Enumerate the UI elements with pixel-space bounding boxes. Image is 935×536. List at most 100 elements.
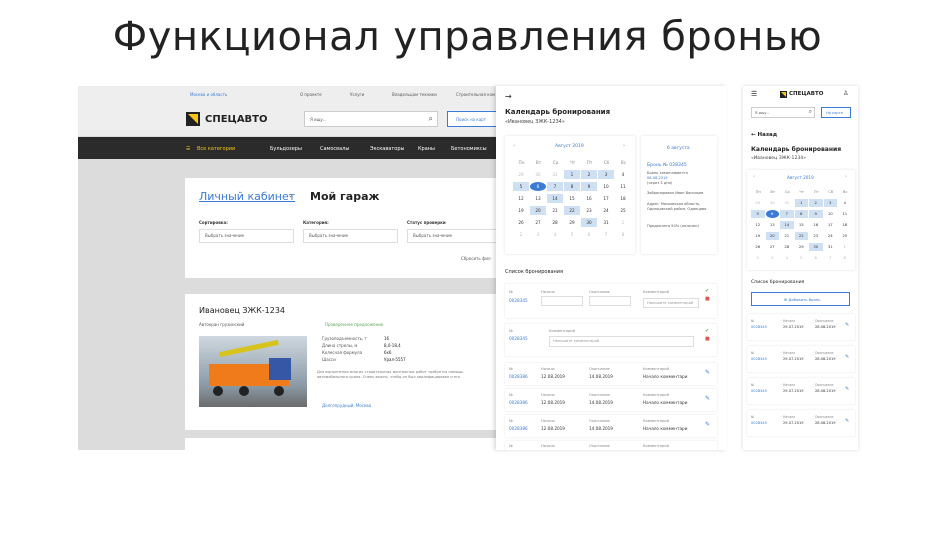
calendar-day[interactable]: 1 <box>838 243 852 251</box>
calendar-day[interactable]: 2 <box>751 254 765 262</box>
calendar-day[interactable]: 23 <box>809 232 823 240</box>
calendar-day[interactable]: 4 <box>547 230 563 239</box>
calendar-day[interactable]: 8 <box>838 254 852 262</box>
comment-input[interactable]: Напишите комментарий <box>549 336 694 347</box>
calendar-day[interactable]: 2 <box>513 230 529 239</box>
calendar-day[interactable]: 23 <box>581 206 597 215</box>
start-date-input[interactable] <box>541 296 583 306</box>
calendar-day[interactable]: 31 <box>824 243 838 251</box>
calendar-day[interactable]: 13 <box>530 194 546 203</box>
calendar-day[interactable]: 29 <box>564 218 580 227</box>
calendar-day[interactable]: 19 <box>513 206 529 215</box>
calendar-day[interactable]: 11 <box>615 182 631 191</box>
booking-number-link[interactable]: 0028345 <box>509 298 528 303</box>
nav-concrete[interactable]: Бетономиксы <box>451 146 487 152</box>
next-month-icon[interactable]: › <box>623 143 625 149</box>
calendar-day[interactable]: 6 <box>530 182 546 191</box>
calendar-day[interactable]: 4 <box>615 170 631 179</box>
calendar-day[interactable]: 18 <box>838 221 852 229</box>
edit-icon[interactable]: ✎ <box>845 418 849 424</box>
calendar-day[interactable]: 30 <box>809 243 823 251</box>
calendar-day[interactable]: 25 <box>838 232 852 240</box>
calendar-day[interactable]: 16 <box>581 194 597 203</box>
search-map-button[interactable]: Поиск на карт <box>447 111 496 127</box>
topnav-services[interactable]: Услуги <box>350 92 364 97</box>
calendar-day[interactable]: 29 <box>513 170 529 179</box>
topnav-about[interactable]: О проекте <box>300 92 322 97</box>
calendar-day[interactable]: 10 <box>824 210 838 218</box>
booking-number-link[interactable]: 0028345 <box>751 389 767 393</box>
calendar-day[interactable]: 11 <box>838 210 852 218</box>
arrow-right-icon[interactable]: → <box>505 92 512 101</box>
next-month-icon[interactable]: › <box>845 174 847 180</box>
user-icon[interactable]: ♙ <box>843 90 848 97</box>
calendar-day[interactable]: 3 <box>766 254 780 262</box>
vehicle-location-link[interactable]: Долгопрудный, Москва <box>322 403 371 408</box>
nav-dumptrucks[interactable]: Самосвалы <box>320 146 349 152</box>
calendar-day[interactable]: 22 <box>564 206 580 215</box>
booking-number-link[interactable]: 0028345 <box>509 336 528 341</box>
topnav-owners[interactable]: Владельцам техники <box>392 92 437 97</box>
calendar-day[interactable]: 31 <box>598 218 614 227</box>
calendar-day[interactable]: 4 <box>780 254 794 262</box>
calendar-day[interactable]: 2 <box>809 199 823 207</box>
edit-icon[interactable]: ✎ <box>845 322 849 328</box>
calendar-day[interactable]: 6 <box>581 230 597 239</box>
booking-number-link[interactable]: 0028345 <box>751 421 767 425</box>
calendar-day[interactable]: 22 <box>794 232 808 240</box>
calendar-day[interactable]: 1 <box>615 218 631 227</box>
calendar-day[interactable]: 4 <box>838 199 852 207</box>
breadcrumb-link[interactable]: Личный кабинет <box>199 190 295 203</box>
calendar-day[interactable]: 12 <box>513 194 529 203</box>
search-input[interactable]: Я ищу... ⌕ <box>304 111 438 127</box>
calendar-day[interactable]: 9 <box>581 182 597 191</box>
delete-icon[interactable]: ■ <box>705 296 710 302</box>
booking-number-link[interactable]: 0028345 <box>751 357 767 361</box>
calendar-day[interactable]: 5 <box>751 210 765 218</box>
calendar-day[interactable]: 5 <box>513 182 529 191</box>
calendar-day[interactable]: 20 <box>530 206 546 215</box>
calendar-day[interactable]: 8 <box>564 182 580 191</box>
back-link[interactable]: ← Назад <box>751 132 777 138</box>
calendar-day[interactable]: 3 <box>530 230 546 239</box>
check-icon[interactable]: ✔ <box>705 328 709 334</box>
edit-icon[interactable]: ✎ <box>705 421 710 428</box>
calendar-day[interactable]: 1 <box>794 199 808 207</box>
filter-sort-select[interactable]: Выбрать значение <box>199 229 294 243</box>
menu-icon[interactable]: ☰ <box>186 146 190 152</box>
prev-month-icon[interactable]: ‹ <box>753 174 755 180</box>
booking-number-link[interactable]: 0028345 <box>751 325 767 329</box>
calendar-day[interactable]: 7 <box>598 230 614 239</box>
prev-month-icon[interactable]: ‹ <box>513 143 515 149</box>
end-date-input[interactable] <box>589 296 631 306</box>
calendar-day[interactable]: 26 <box>513 218 529 227</box>
calendar-day[interactable]: 3 <box>598 170 614 179</box>
calendar-day[interactable]: 12 <box>751 221 765 229</box>
calendar-day[interactable]: 2 <box>581 170 597 179</box>
calendar-day[interactable]: 21 <box>547 206 563 215</box>
calendar-day[interactable]: 31 <box>780 199 794 207</box>
calendar-day[interactable]: 5 <box>795 254 809 262</box>
vehicle-title[interactable]: Ивановец ЗЖК-1234 <box>199 306 285 315</box>
calendar-day[interactable]: 30 <box>530 170 546 179</box>
calendar-day[interactable]: 30 <box>581 218 597 227</box>
calendar-day[interactable]: 25 <box>615 206 631 215</box>
calendar-day[interactable]: 5 <box>564 230 580 239</box>
calendar-day[interactable]: 7 <box>824 254 838 262</box>
calendar-day[interactable]: 19 <box>751 232 765 240</box>
calendar-day[interactable]: 6 <box>809 254 823 262</box>
calendar-day[interactable]: 28 <box>547 218 563 227</box>
all-categories-button[interactable]: Все категории <box>197 146 235 152</box>
calendar-day[interactable]: 8 <box>615 230 631 239</box>
calendar-day[interactable]: 24 <box>598 206 614 215</box>
calendar-day[interactable]: 13 <box>766 221 780 229</box>
edit-icon[interactable]: ✎ <box>845 386 849 392</box>
calendar-day[interactable]: 9 <box>809 210 823 218</box>
calendar-day[interactable]: 31 <box>547 170 563 179</box>
location-link[interactable]: Москва и область <box>190 92 227 97</box>
search-icon[interactable]: ⌕ <box>809 108 812 116</box>
filter-category-select[interactable]: Выбрать значение <box>303 229 398 243</box>
calendar-day[interactable]: 20 <box>765 232 779 240</box>
calendar-day[interactable]: 14 <box>780 221 794 229</box>
delete-icon[interactable]: ■ <box>705 336 710 342</box>
